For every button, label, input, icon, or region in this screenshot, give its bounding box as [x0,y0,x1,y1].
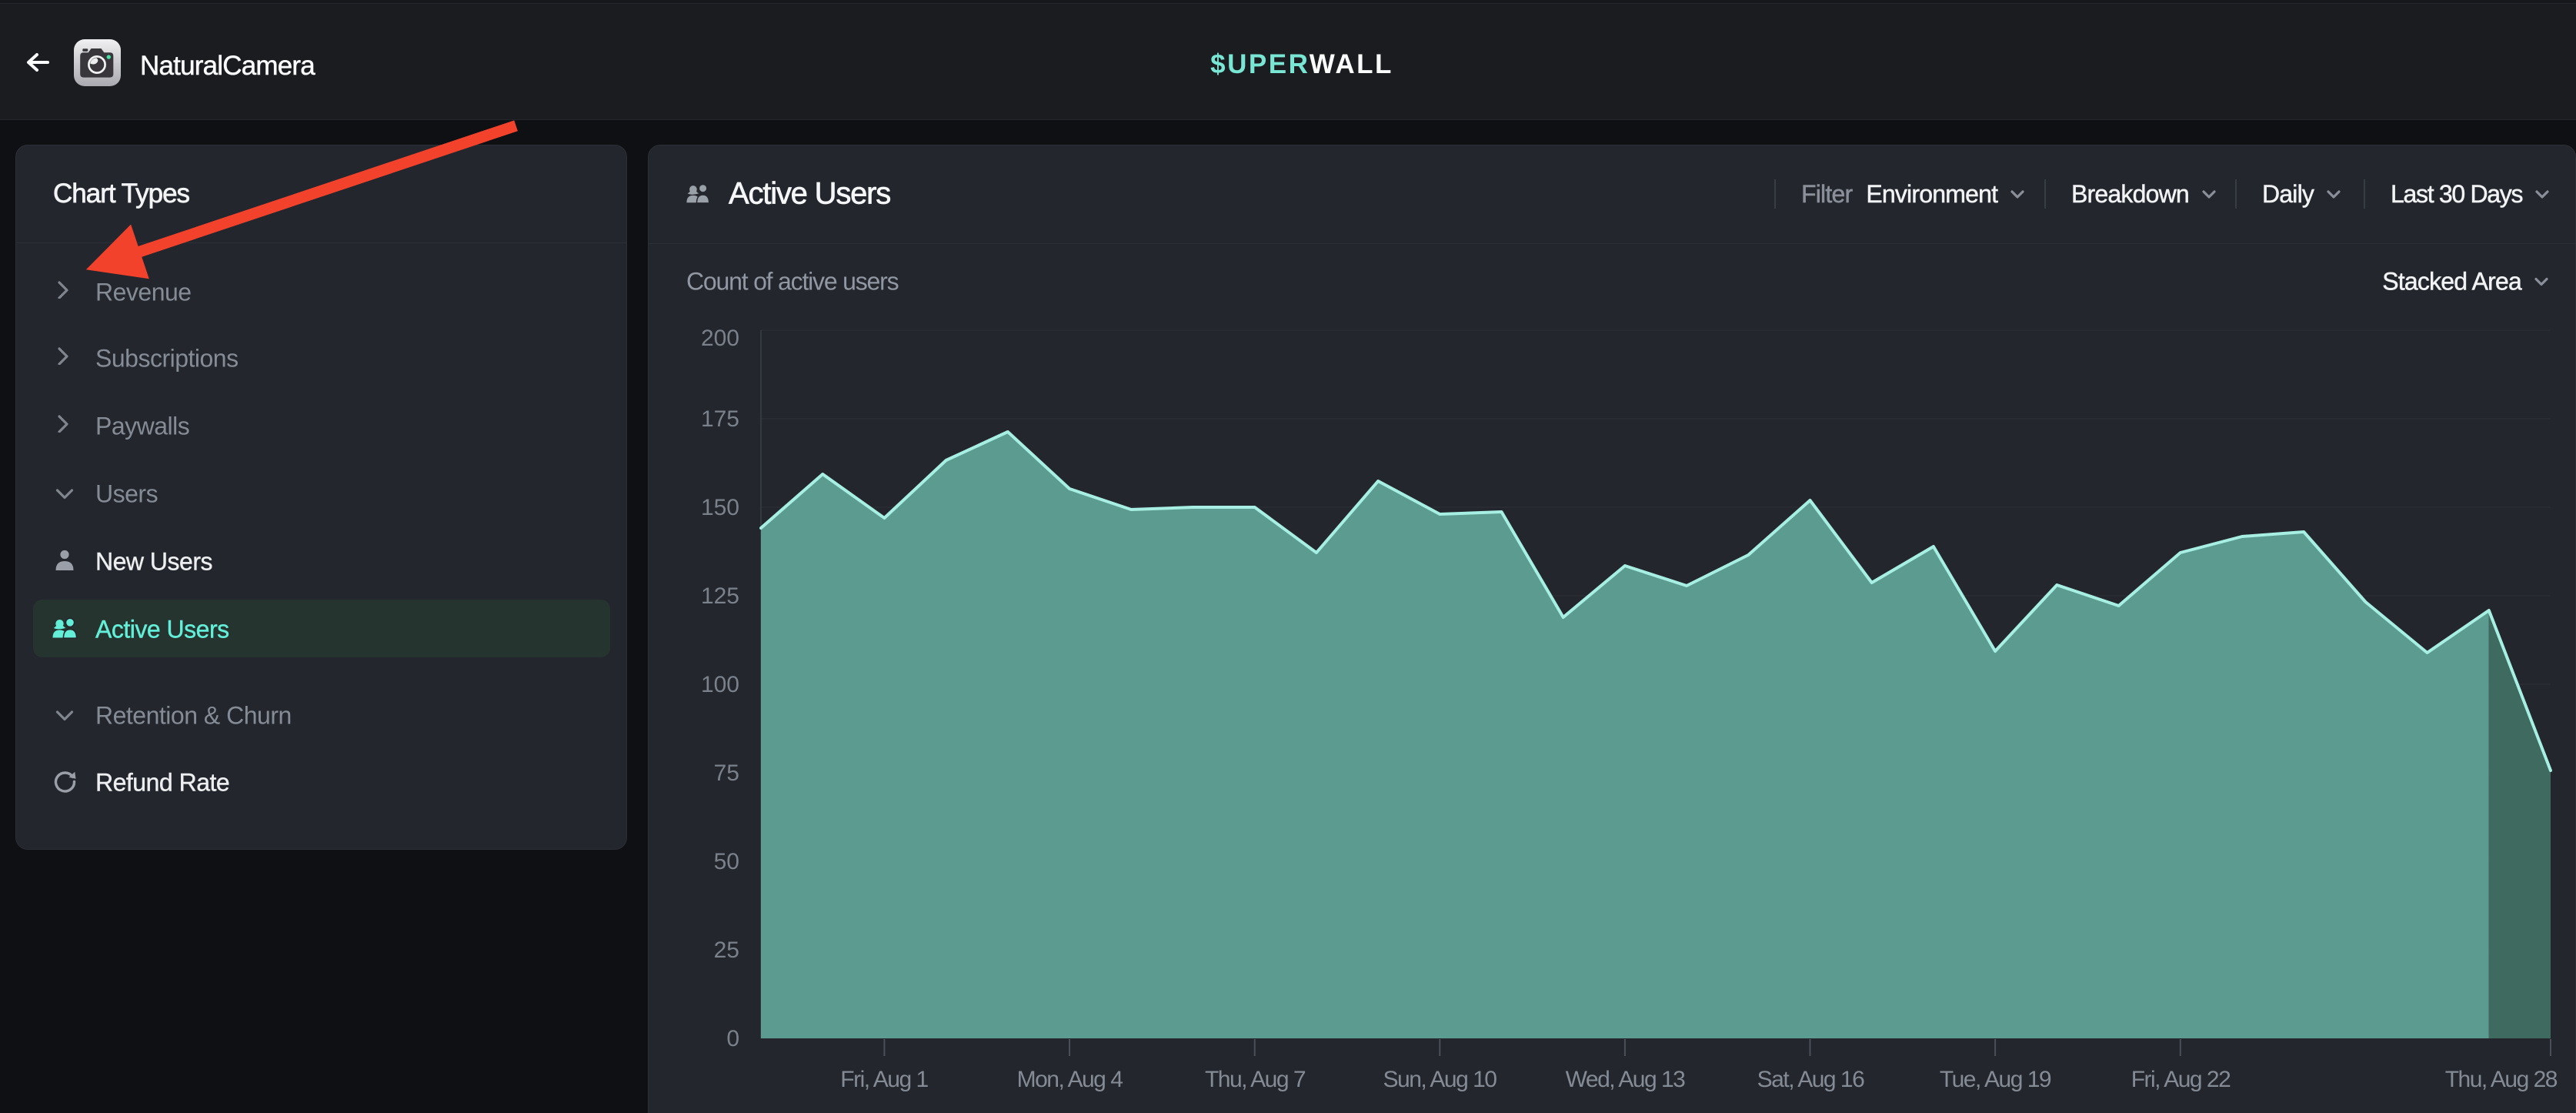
svg-text:Sun, Aug 10: Sun, Aug 10 [1383,1067,1497,1092]
svg-text:Fri, Aug 1: Fri, Aug 1 [840,1067,928,1092]
svg-text:Wed, Aug 13: Wed, Aug 13 [1566,1067,1686,1092]
svg-text:175: 175 [701,406,739,432]
svg-text:Mon, Aug 4: Mon, Aug 4 [1017,1067,1123,1092]
svg-text:100: 100 [701,672,739,697]
svg-text:125: 125 [701,583,739,609]
svg-text:150: 150 [701,495,739,520]
svg-text:Thu, Aug 7: Thu, Aug 7 [1205,1067,1306,1092]
svg-text:25: 25 [714,938,739,963]
svg-text:0: 0 [726,1026,739,1051]
svg-text:Fri, Aug 22: Fri, Aug 22 [2131,1067,2231,1092]
svg-text:Thu, Aug 28: Thu, Aug 28 [2445,1067,2558,1092]
svg-text:50: 50 [714,849,739,874]
svg-text:200: 200 [701,326,739,351]
svg-text:Tue, Aug 19: Tue, Aug 19 [1940,1067,2051,1092]
svg-text:Sat, Aug 16: Sat, Aug 16 [1757,1067,1864,1092]
svg-text:75: 75 [714,760,739,786]
